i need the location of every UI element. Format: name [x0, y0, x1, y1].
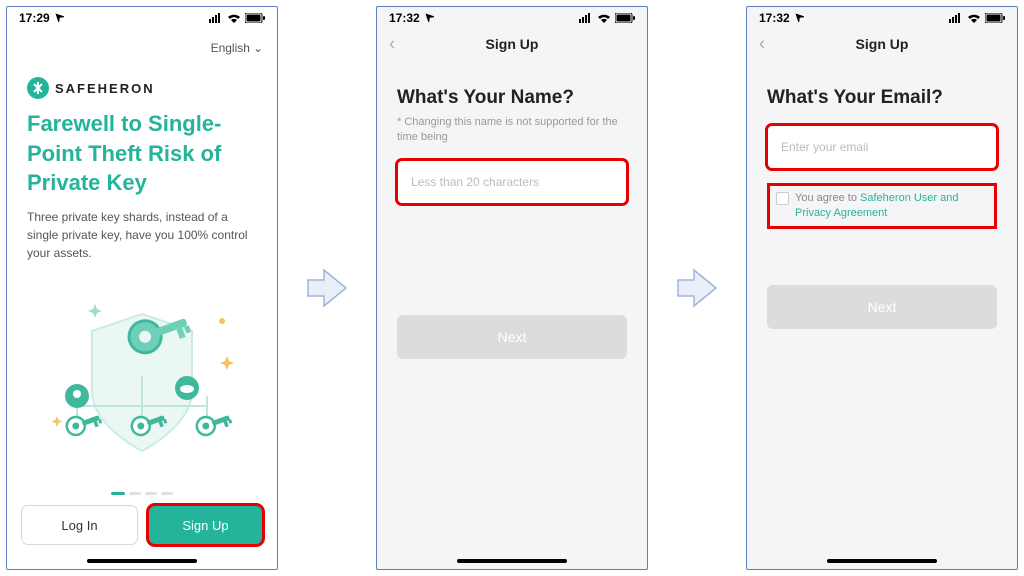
nav-bar: ‹ Sign Up: [747, 29, 1017, 59]
status-icons: [579, 13, 635, 23]
location-icon: [54, 11, 64, 25]
auth-buttons: Log In Sign Up: [7, 505, 277, 559]
nav-bar: ‹ Sign Up: [377, 29, 647, 59]
status-time: 17:32: [389, 11, 420, 25]
signup-name-screen: 17:32 ‹ Sign Up What's Your Name? * Chan…: [376, 6, 648, 570]
onboarding-screen: 17:29 English ⌄ SAFEHERON Farewell to Si…: [6, 6, 278, 570]
flow-arrow-icon: [674, 268, 720, 308]
agreement-highlight: You agree to Safeheron User and Privacy …: [767, 183, 997, 229]
name-input[interactable]: [397, 160, 627, 204]
next-label: Next: [868, 299, 897, 315]
login-label: Log In: [61, 518, 97, 533]
hero-subhead: Three private key shards, instead of a s…: [27, 208, 257, 262]
login-button[interactable]: Log In: [21, 505, 138, 545]
status-bar: 17:32: [377, 7, 647, 29]
brand-logo-icon: [27, 77, 49, 99]
language-selector[interactable]: English ⌄: [211, 41, 263, 55]
brand-row: SAFEHERON: [27, 77, 277, 99]
status-icons: [949, 13, 1005, 23]
status-bar: 17:29: [7, 7, 277, 29]
home-indicator: [87, 559, 197, 563]
status-bar: 17:32: [747, 7, 1017, 29]
page-heading: What's Your Email?: [767, 87, 997, 109]
nav-title: Sign Up: [377, 36, 647, 52]
brand-name: SAFEHERON: [55, 81, 155, 96]
hero-headline: Farewell to Single-Point Theft Risk of P…: [27, 109, 257, 198]
next-button[interactable]: Next: [397, 315, 627, 359]
signup-label: Sign Up: [182, 518, 228, 533]
status-time: 17:29: [19, 11, 50, 25]
agreement-prefix: You agree to: [795, 192, 860, 204]
signup-email-screen: 17:32 ‹ Sign Up What's Your Email?: [746, 6, 1018, 570]
location-icon: [794, 11, 804, 25]
back-button[interactable]: ‹: [759, 34, 765, 55]
home-indicator: [457, 559, 567, 563]
location-icon: [424, 11, 434, 25]
signup-button[interactable]: Sign Up: [148, 505, 263, 545]
agreement-text: You agree to Safeheron User and Privacy …: [795, 191, 988, 222]
flow-arrow-icon: [304, 268, 350, 308]
page-heading: What's Your Name?: [397, 87, 627, 109]
hint-text: * Changing this name is not supported fo…: [397, 115, 627, 146]
status-icons: [209, 13, 265, 23]
status-time: 17:32: [759, 11, 790, 25]
hero-illustration: [7, 262, 277, 492]
next-label: Next: [498, 329, 527, 345]
hero: Farewell to Single-Point Theft Risk of P…: [7, 109, 277, 262]
next-button[interactable]: Next: [767, 285, 997, 329]
agreement-checkbox[interactable]: [776, 192, 789, 205]
agreement-row: You agree to Safeheron User and Privacy …: [776, 191, 988, 222]
email-input[interactable]: [767, 125, 997, 169]
back-button[interactable]: ‹: [389, 34, 395, 55]
home-indicator: [827, 559, 937, 563]
language-label: English: [211, 41, 250, 55]
page-indicator: [7, 492, 277, 495]
chevron-down-icon: ⌄: [253, 41, 263, 55]
nav-title: Sign Up: [747, 36, 1017, 52]
